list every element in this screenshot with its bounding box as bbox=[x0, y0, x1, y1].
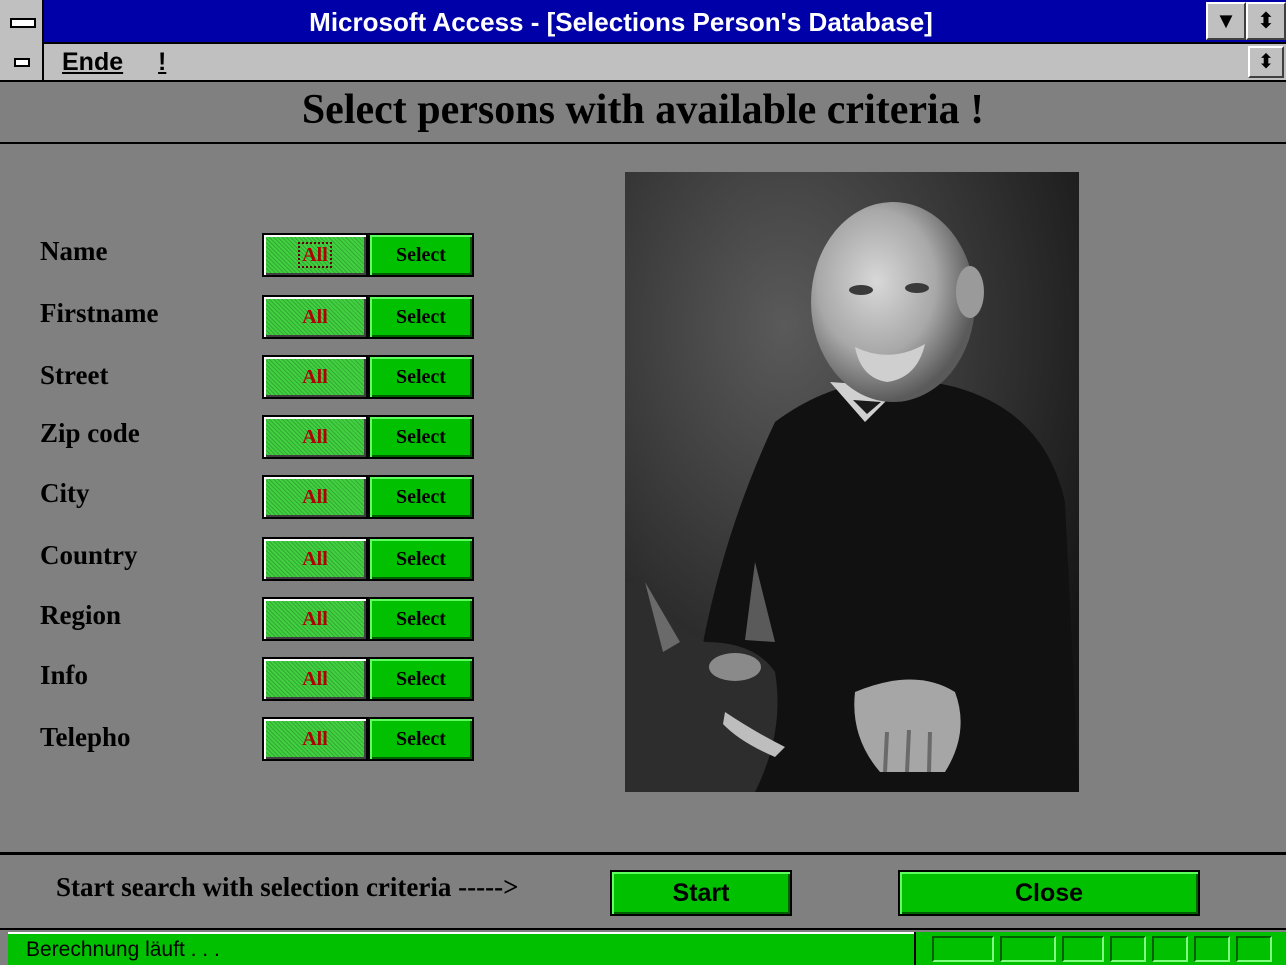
portrait-image bbox=[625, 172, 1079, 792]
form-header: Select persons with available criteria ! bbox=[0, 82, 1286, 144]
menu-item-run[interactable]: ! bbox=[158, 44, 166, 80]
region-all-button[interactable]: All bbox=[262, 597, 368, 641]
status-indicator bbox=[1236, 936, 1272, 962]
status-indicator bbox=[1062, 936, 1104, 962]
zip-code-all-button[interactable]: All bbox=[262, 415, 368, 459]
criterion-label-zip-code: Zip code bbox=[40, 418, 140, 448]
status-indicator bbox=[932, 936, 994, 962]
menu-item-ende[interactable]: Ende bbox=[62, 44, 123, 80]
country-select-button[interactable]: Select bbox=[368, 537, 474, 581]
divider bbox=[0, 928, 1286, 930]
arrow-down-icon: ▼ bbox=[1215, 8, 1237, 33]
city-all-button[interactable]: All bbox=[262, 475, 368, 519]
all-label: All bbox=[302, 668, 328, 690]
menu-bar: Ende ! ⬍ bbox=[0, 44, 1286, 82]
document-menu-button[interactable] bbox=[0, 44, 44, 80]
criterion-label-firstname: Firstname bbox=[40, 298, 159, 328]
street-all-button[interactable]: All bbox=[262, 355, 368, 399]
document-restore-button[interactable]: ⬍ bbox=[1248, 46, 1284, 78]
status-bar: Berechnung läuft . . . bbox=[8, 932, 914, 965]
street-select-button[interactable]: Select bbox=[368, 355, 474, 399]
all-label: All bbox=[302, 608, 328, 630]
close-button[interactable]: Close bbox=[898, 870, 1200, 916]
city-select-button[interactable]: Select bbox=[368, 475, 474, 519]
info-select-button[interactable]: Select bbox=[368, 657, 474, 701]
status-text: Berechnung läuft . . . bbox=[26, 938, 220, 961]
all-label: All bbox=[302, 548, 328, 570]
all-label: All bbox=[298, 242, 332, 268]
status-indicators bbox=[914, 932, 1286, 965]
all-label: All bbox=[302, 306, 328, 328]
all-label: All bbox=[302, 728, 328, 750]
title-bar: Microsoft Access - [Selections Person's … bbox=[0, 0, 1286, 44]
portrait-photo bbox=[625, 172, 1079, 792]
system-menu-icon bbox=[10, 18, 36, 28]
all-label: All bbox=[302, 486, 328, 508]
criterion-label-info: Info bbox=[40, 660, 89, 690]
start-button[interactable]: Start bbox=[610, 870, 792, 916]
all-label: All bbox=[302, 426, 328, 448]
page-title: Select persons with available criteria ! bbox=[301, 87, 985, 133]
restore-button[interactable]: ⬍ bbox=[1246, 2, 1286, 40]
minimize-button[interactable]: ▼ bbox=[1206, 2, 1246, 40]
name-select-button[interactable]: Select bbox=[368, 233, 474, 277]
status-indicator bbox=[1110, 936, 1146, 962]
menu-item-label: ! bbox=[158, 48, 167, 76]
firstname-all-button[interactable]: All bbox=[262, 295, 368, 339]
criterion-label-telephone: Telepho bbox=[40, 722, 131, 752]
status-indicator bbox=[1194, 936, 1230, 962]
criterion-label-region: Region bbox=[40, 600, 121, 630]
criterion-label-city: City bbox=[40, 478, 90, 508]
restore-icon: ⬍ bbox=[1257, 51, 1275, 73]
window-title: Microsoft Access - [Selections Person's … bbox=[309, 7, 933, 37]
telephone-select-button[interactable]: Select bbox=[368, 717, 474, 761]
status-indicator bbox=[1000, 936, 1056, 962]
start-hint-text: Start search with selection criteria ---… bbox=[56, 872, 519, 902]
status-indicator bbox=[1152, 936, 1188, 962]
divider bbox=[0, 852, 1286, 855]
name-all-button[interactable]: All bbox=[262, 233, 368, 277]
criterion-label-name: Name bbox=[40, 236, 108, 266]
all-label: All bbox=[302, 366, 328, 388]
criterion-label-street: Street bbox=[40, 360, 109, 390]
info-all-button[interactable]: All bbox=[262, 657, 368, 701]
system-menu-button[interactable] bbox=[0, 0, 44, 44]
firstname-select-button[interactable]: Select bbox=[368, 295, 474, 339]
criterion-label-country: Country bbox=[40, 540, 138, 570]
telephone-all-button[interactable]: All bbox=[262, 717, 368, 761]
document-menu-icon bbox=[14, 58, 30, 67]
country-all-button[interactable]: All bbox=[262, 537, 368, 581]
restore-icon: ⬍ bbox=[1256, 8, 1276, 33]
region-select-button[interactable]: Select bbox=[368, 597, 474, 641]
menu-item-label: Ende bbox=[62, 48, 124, 76]
zip-code-select-button[interactable]: Select bbox=[368, 415, 474, 459]
